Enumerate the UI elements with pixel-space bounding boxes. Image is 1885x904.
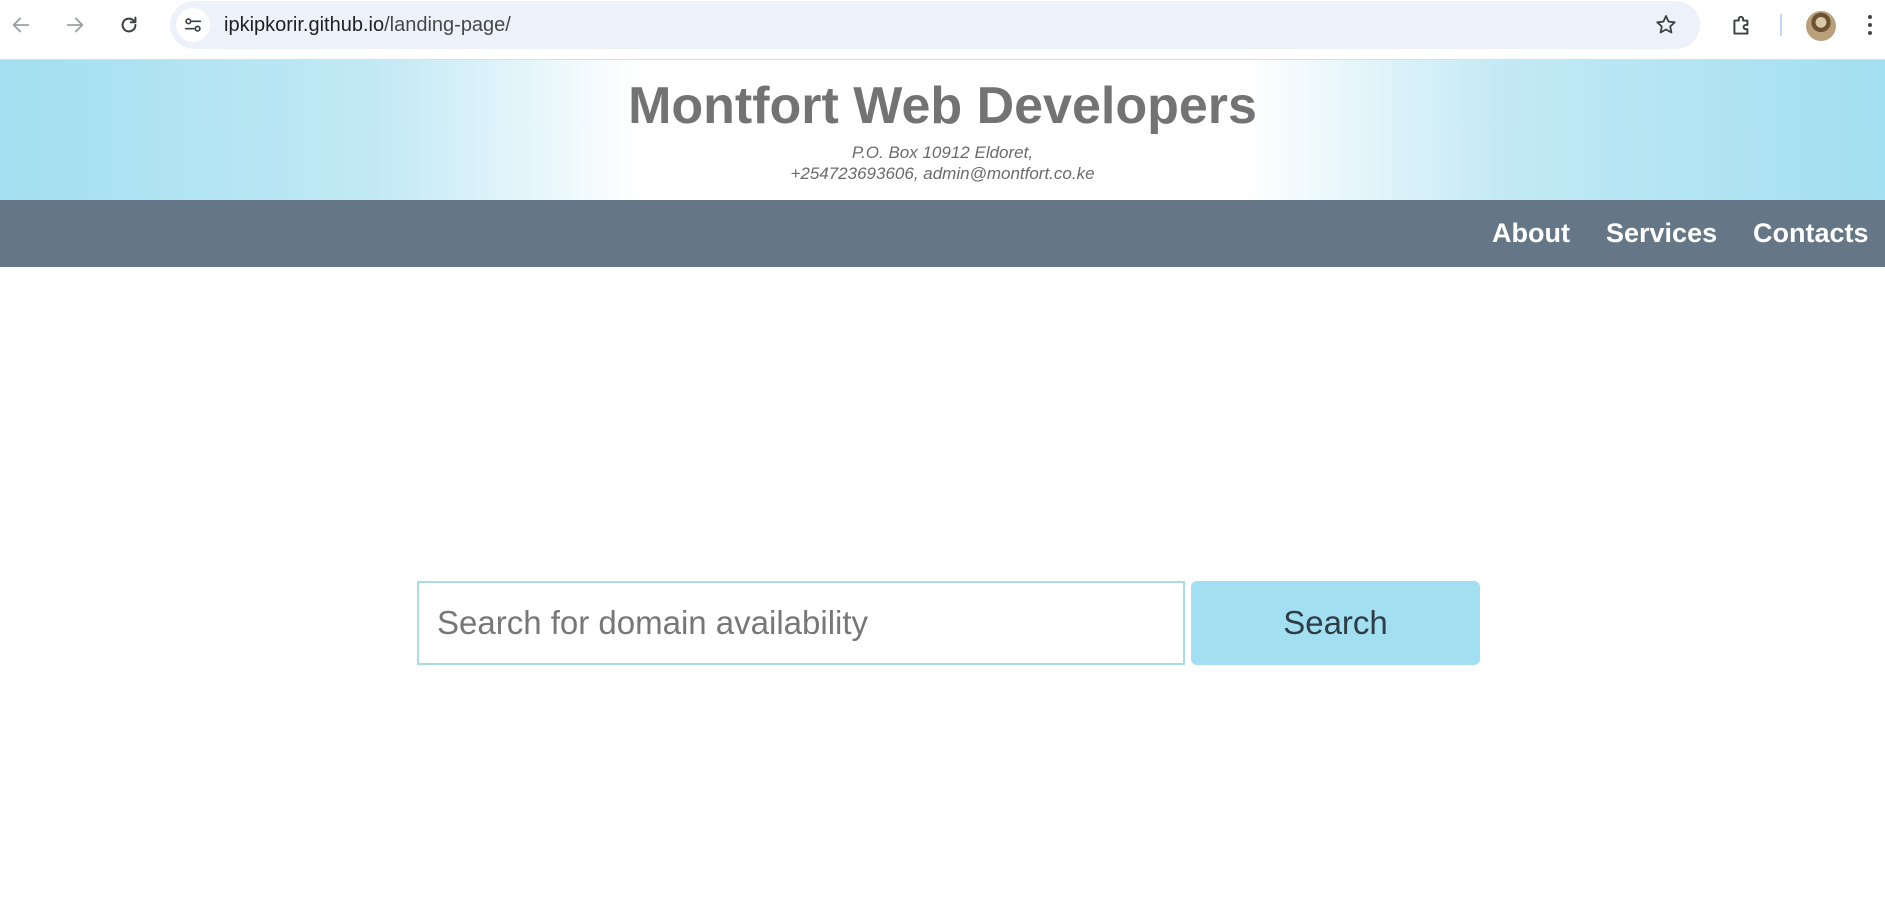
contact-details: +254723693606, admin@montfort.co.ke <box>790 164 1095 183</box>
nav-link-contacts[interactable]: Contacts <box>1753 200 1869 267</box>
extensions-puzzle-icon[interactable] <box>1727 11 1757 41</box>
browser-toolbar: ipkipkorir.github.io/landing-page/ <box>0 0 1885 60</box>
url-host: ipkipkorir.github.io <box>224 14 385 36</box>
url-text[interactable]: ipkipkorir.github.io/landing-page/ <box>224 14 511 37</box>
search-button[interactable]: Search <box>1191 581 1480 665</box>
nav-link-about[interactable]: About <box>1492 200 1570 267</box>
address-bar[interactable]: ipkipkorir.github.io/landing-page/ <box>170 1 1700 49</box>
bookmark-star-icon[interactable] <box>1654 13 1678 37</box>
site-title: Montfort Web Developers <box>628 77 1257 135</box>
more-vertical-icon[interactable] <box>1862 12 1878 38</box>
site-settings-icon[interactable] <box>176 8 210 42</box>
profile-avatar[interactable] <box>1806 11 1836 41</box>
forward-arrow-icon[interactable] <box>60 10 90 40</box>
nav-link-services[interactable]: Services <box>1606 200 1717 267</box>
url-path: /landing-page/ <box>384 14 511 36</box>
page-content: Montfort Web Developers P.O. Box 10912 E… <box>0 60 1885 904</box>
domain-search-input[interactable] <box>417 581 1185 665</box>
domain-search-form: Search <box>417 581 1480 665</box>
toolbar-divider <box>1780 14 1782 36</box>
main-nav: About Services Contacts <box>0 200 1885 267</box>
site-header: Montfort Web Developers P.O. Box 10912 E… <box>0 60 1885 200</box>
back-arrow-icon[interactable] <box>6 10 36 40</box>
reload-icon[interactable] <box>114 10 144 40</box>
postal-address: P.O. Box 10912 Eldoret, <box>851 143 1034 162</box>
